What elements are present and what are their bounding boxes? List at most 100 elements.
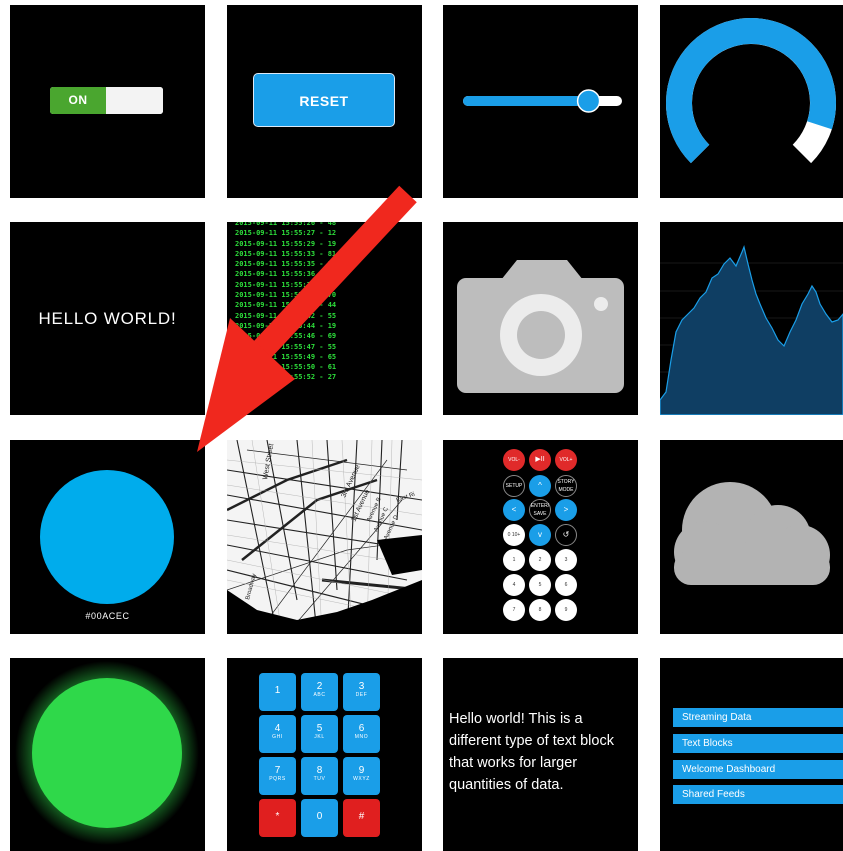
log-line: 2015-09-11 15:55:36 - 60 <box>235 270 337 279</box>
digit-2-button[interactable]: 2 <box>529 549 551 571</box>
keypad-key[interactable]: 3 DEF <box>343 673 380 711</box>
keypad-key[interactable]: 0 <box>301 799 338 837</box>
zero-ten-button[interactable]: 0 10+ <box>503 524 525 546</box>
digit-5-button[interactable]: 5 <box>529 574 551 596</box>
story-mode-button[interactable]: STORY MODE <box>555 475 577 497</box>
keypad-digit: 1 <box>274 685 281 696</box>
log-line: 2015-09-11 15:55:42 - 55 <box>235 311 337 320</box>
map-image[interactable]: West Street 3rd Avenue 1st Avenue Avenue… <box>227 440 422 634</box>
keypad-digit: 5 <box>316 723 323 734</box>
text-block: Hello world! This is a different type of… <box>449 711 614 793</box>
keypad-digit: 2 <box>316 681 323 692</box>
keypad-letters: JKL <box>314 734 325 740</box>
log-stream: 2015-09-11 15:55:26 - 48 2015-09-11 15:55… <box>235 222 336 383</box>
keypad-letters: PQRS <box>269 776 286 782</box>
back-button[interactable]: ↺ <box>555 524 577 546</box>
keypad-digit: * <box>275 811 280 822</box>
status-light-dot <box>32 678 182 828</box>
feed-item-text-blocks[interactable]: Text Blocks <box>673 734 843 753</box>
digit-8-button[interactable]: 8 <box>529 599 551 621</box>
digit-6-button[interactable]: 6 <box>555 574 577 596</box>
keypad-digit: 3 <box>358 681 365 692</box>
feed-item-shared-feeds[interactable]: Shared Feeds <box>673 785 843 804</box>
hello-tile: HELLO WORLD! <box>10 222 205 415</box>
hello-text: HELLO WORLD! <box>38 308 177 328</box>
cloud-tile[interactable] <box>660 440 843 634</box>
keypad-key[interactable]: 2 ABC <box>301 673 338 711</box>
keypad-digit: 0 <box>316 811 323 822</box>
log-line: 2015-09-11 15:55:38 - 37 <box>235 280 337 289</box>
keypad-digit: 8 <box>316 765 323 776</box>
keypad-tile: 1 2 ABC 3 DEF 4 GHI 5 JKL 6 MNO 7 PQRS 8 TUV 9 WXYZ * 0 # <box>227 658 422 851</box>
keypad-key[interactable]: 9 WXYZ <box>343 757 380 795</box>
remote-tile: VOL- ▶II VOL+ SETUP ^ STORY MODE < ENTER… <box>443 440 638 634</box>
toggle-switch[interactable]: ON <box>50 87 163 114</box>
color-swatch <box>40 470 174 604</box>
vol-down-button[interactable]: VOL- <box>503 449 525 471</box>
toggle-tile: ON <box>10 5 205 198</box>
play-pause-button[interactable]: ▶II <box>529 449 551 471</box>
up-button[interactable]: ^ <box>529 475 551 497</box>
slider-tile <box>443 5 638 198</box>
keypad-digit: 6 <box>358 723 365 734</box>
keypad-digit: 9 <box>358 765 365 776</box>
keypad-key[interactable]: 6 MNO <box>343 715 380 753</box>
digit-4-button[interactable]: 4 <box>503 574 525 596</box>
digit-9-button[interactable]: 9 <box>555 599 577 621</box>
status-light <box>15 661 199 845</box>
slider-thumb[interactable] <box>576 89 601 113</box>
log-line: 2015-09-11 15:55:50 - 61 <box>235 363 337 372</box>
keypad-letters: GHI <box>272 734 283 740</box>
slider[interactable] <box>443 5 638 198</box>
right-button[interactable]: > <box>555 499 577 521</box>
cloud-icon[interactable] <box>660 440 843 634</box>
keypad-digit: # <box>358 811 365 822</box>
log-line: 2015-09-11 15:55:27 - 12 <box>235 229 337 238</box>
keypad-letters: MNO <box>354 734 369 740</box>
keypad-key[interactable]: * <box>259 799 296 837</box>
feed-item-welcome-dashboard[interactable]: Welcome Dashboard <box>673 760 843 779</box>
slider-fill <box>463 96 589 106</box>
setup-button[interactable]: SETUP <box>503 475 525 497</box>
log-line: 2015-09-11 15:55:47 - 55 <box>235 342 337 351</box>
log-line: 2015-09-11 15:55:29 - 19 <box>235 239 337 248</box>
keypad-key[interactable]: 8 TUV <box>301 757 338 795</box>
keypad-digit: 4 <box>274 723 281 734</box>
camera-tile[interactable] <box>443 222 638 415</box>
keypad-key[interactable]: 1 <box>259 673 296 711</box>
keypad-letters: WXYZ <box>353 776 370 782</box>
digit-7-button[interactable]: 7 <box>503 599 525 621</box>
keypad-key[interactable]: 5 JKL <box>301 715 338 753</box>
log-line: 2015-09-11 15:55:46 - 69 <box>235 332 337 341</box>
area-chart <box>660 245 843 415</box>
area-chart-tile <box>660 222 843 415</box>
log-line: 2015-09-11 15:55:33 - 81 <box>235 249 337 258</box>
feed-item-streaming-data[interactable]: Streaming Data <box>673 708 843 727</box>
gauge <box>666 18 836 164</box>
log-line: 2015-09-11 15:55:49 - 65 <box>235 352 337 361</box>
color-tile: #00ACEC <box>10 440 205 634</box>
log-line: 2015-09-11 15:55:40 - 70 <box>235 291 337 300</box>
text-block-tile: Hello world! This is a different type of… <box>443 658 638 851</box>
keypad-letters: TUV <box>313 776 326 782</box>
camera-icon[interactable] <box>443 222 638 415</box>
log-line: 2015-09-11 15:55:41 - 44 <box>235 301 337 310</box>
map-tile[interactable]: West Street 3rd Avenue 1st Avenue Avenue… <box>227 440 422 634</box>
digit-3-button[interactable]: 3 <box>555 549 577 571</box>
keypad-key[interactable]: # <box>343 799 380 837</box>
digit-1-button[interactable]: 1 <box>503 549 525 571</box>
keypad-key[interactable]: 4 GHI <box>259 715 296 753</box>
keypad-digit: 7 <box>274 765 281 776</box>
vol-up-button[interactable]: VOL+ <box>555 449 577 471</box>
reset-button[interactable]: RESET <box>253 73 395 127</box>
left-button[interactable]: < <box>503 499 525 521</box>
gauge-tile <box>660 5 843 198</box>
area-series <box>660 245 843 415</box>
enter-save-button[interactable]: ENTER/ SAVE <box>529 499 551 521</box>
toggle-off-side <box>106 87 163 114</box>
down-button[interactable]: v <box>529 524 551 546</box>
keypad-letters: ABC <box>313 692 326 698</box>
keypad-key[interactable]: 7 PQRS <box>259 757 296 795</box>
toggle-on-label: ON <box>50 87 106 114</box>
log-line: 2015-09-11 15:55:44 - 19 <box>235 321 337 330</box>
